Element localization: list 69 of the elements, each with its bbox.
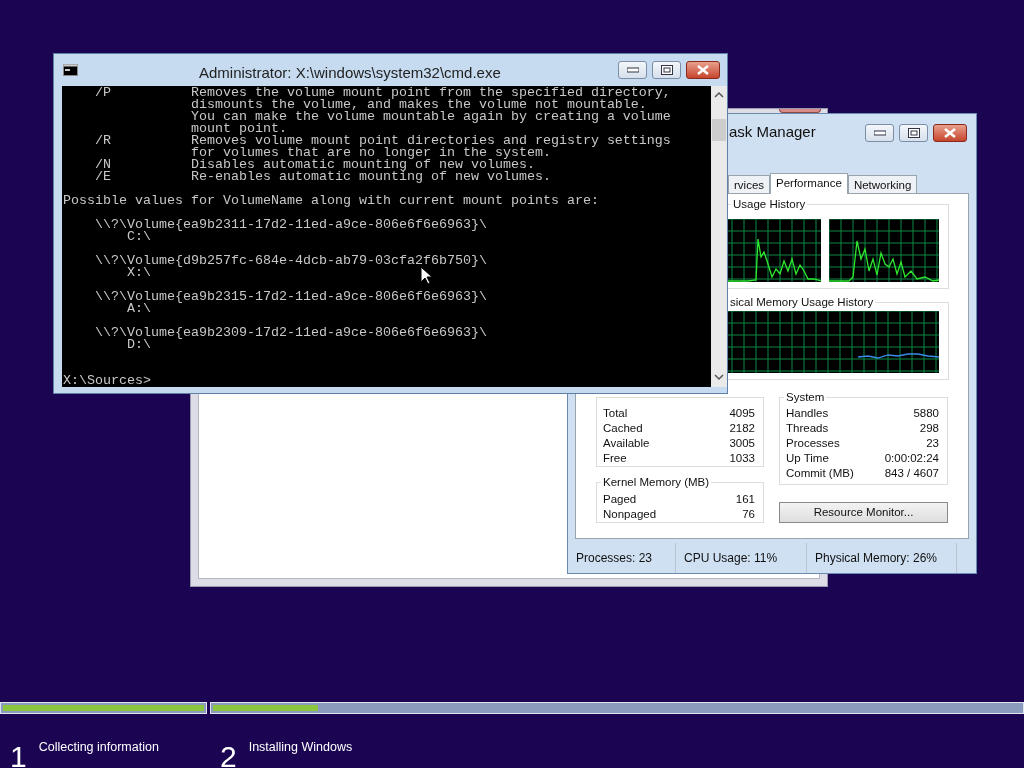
status-text: Physical Memory: 26% (807, 543, 957, 573)
stat-value: 298 (919, 421, 939, 436)
group-title: System (784, 390, 827, 404)
tab[interactable]: Networking (847, 175, 918, 193)
console-line: C:\ (127, 229, 151, 244)
console-line: X:\ (127, 265, 151, 280)
console-line: mount point. (189, 121, 287, 136)
console-line: You can make the volume mountable again by creating a volume (189, 109, 671, 124)
stat-label: Free (603, 451, 627, 466)
stat-value: 76 (742, 507, 755, 522)
stat-label: Total (603, 406, 628, 421)
minimize-icon (626, 67, 639, 73)
scroll-down-button[interactable] (714, 373, 724, 381)
console-line: Possible values for VolumeName along with current mount points are: (63, 193, 599, 208)
stat-label: Available (603, 436, 650, 451)
scroll-up-button[interactable] (714, 91, 724, 99)
step-label: Installing Windows (248, 739, 353, 756)
window-title: Administrator: X:\windows\system32\cmd.exe (199, 63, 501, 83)
console-line: \\?\Volume{ea9b2315-17d2-11ed-a9ce-806e6f6e6963}\ (94, 289, 487, 304)
console-line: \\?\Volume{d9b257fc-684e-4dcb-ab79-03cfa2f6b750}\ (94, 253, 487, 268)
stat-label: Cached (603, 421, 643, 436)
tab[interactable]: Performance (770, 173, 848, 194)
stat-value: 161 (735, 492, 755, 507)
stat-value: 843 / 4607 (884, 466, 939, 481)
stat-label: Handles (786, 406, 829, 421)
group-title: sical Memory Usage History (728, 295, 876, 309)
stat-label: Nonpaged (603, 507, 657, 522)
step-label: Collecting information (38, 739, 159, 756)
minimize-button[interactable] (618, 61, 647, 79)
minimize-icon (873, 129, 886, 136)
cursor-icon (420, 266, 432, 285)
console-line: A:\ (127, 301, 151, 316)
maximize-button[interactable] (652, 61, 681, 79)
maximize-icon (660, 65, 673, 75)
scrollbar-thumb[interactable] (712, 119, 726, 141)
close-button[interactable] (686, 61, 720, 79)
stat-label: Threads (786, 421, 829, 436)
status-text: Processes: 23 (568, 543, 676, 573)
close-icon (944, 127, 956, 138)
console-line: \\?\Volume{ea9b2309-17d2-11ed-a9ce-806e6f6e6963}\ (94, 325, 487, 340)
stat-value: 1033 (729, 451, 755, 466)
console-line: /P Removes the volume mount point from the specified directory, (94, 86, 671, 100)
console-icon (63, 64, 78, 76)
stat-value: 0:00:02:24 (884, 451, 939, 466)
stat-value: 2182 (729, 421, 755, 436)
group-title: Usage History (731, 197, 808, 211)
console-line: D:\ (127, 337, 151, 352)
stat-label: Paged (603, 492, 637, 507)
maximize-button[interactable] (899, 123, 928, 142)
stat-value: 5880 (913, 406, 939, 421)
close-icon (697, 65, 709, 75)
close-button[interactable] (933, 123, 967, 142)
step-number: 1 (10, 740, 27, 768)
stat-label: Up Time (786, 451, 829, 466)
window-title: ask Manager (729, 122, 816, 143)
maximize-icon (907, 127, 920, 138)
group-title: Kernel Memory (MB) (601, 475, 712, 489)
console-line: X:\Sources> (63, 373, 151, 387)
stat-label: Processes (786, 436, 840, 451)
stat-label: Commit (MB) (786, 466, 854, 481)
stat-value: 23 (926, 436, 939, 451)
stat-value: 4095 (729, 406, 755, 421)
step-number: 2 (220, 740, 237, 768)
tab[interactable]: rvices (728, 175, 771, 193)
resource-monitor-button[interactable]: Resource Monitor... (779, 502, 948, 523)
status-text: CPU Usage: 11% (676, 543, 807, 573)
minimize-button[interactable] (865, 123, 894, 142)
console-line: \\?\Volume{ea9b2311-17d2-11ed-a9ce-806e6f6e6963}\ (94, 217, 487, 232)
stat-value: 3005 (729, 436, 755, 451)
